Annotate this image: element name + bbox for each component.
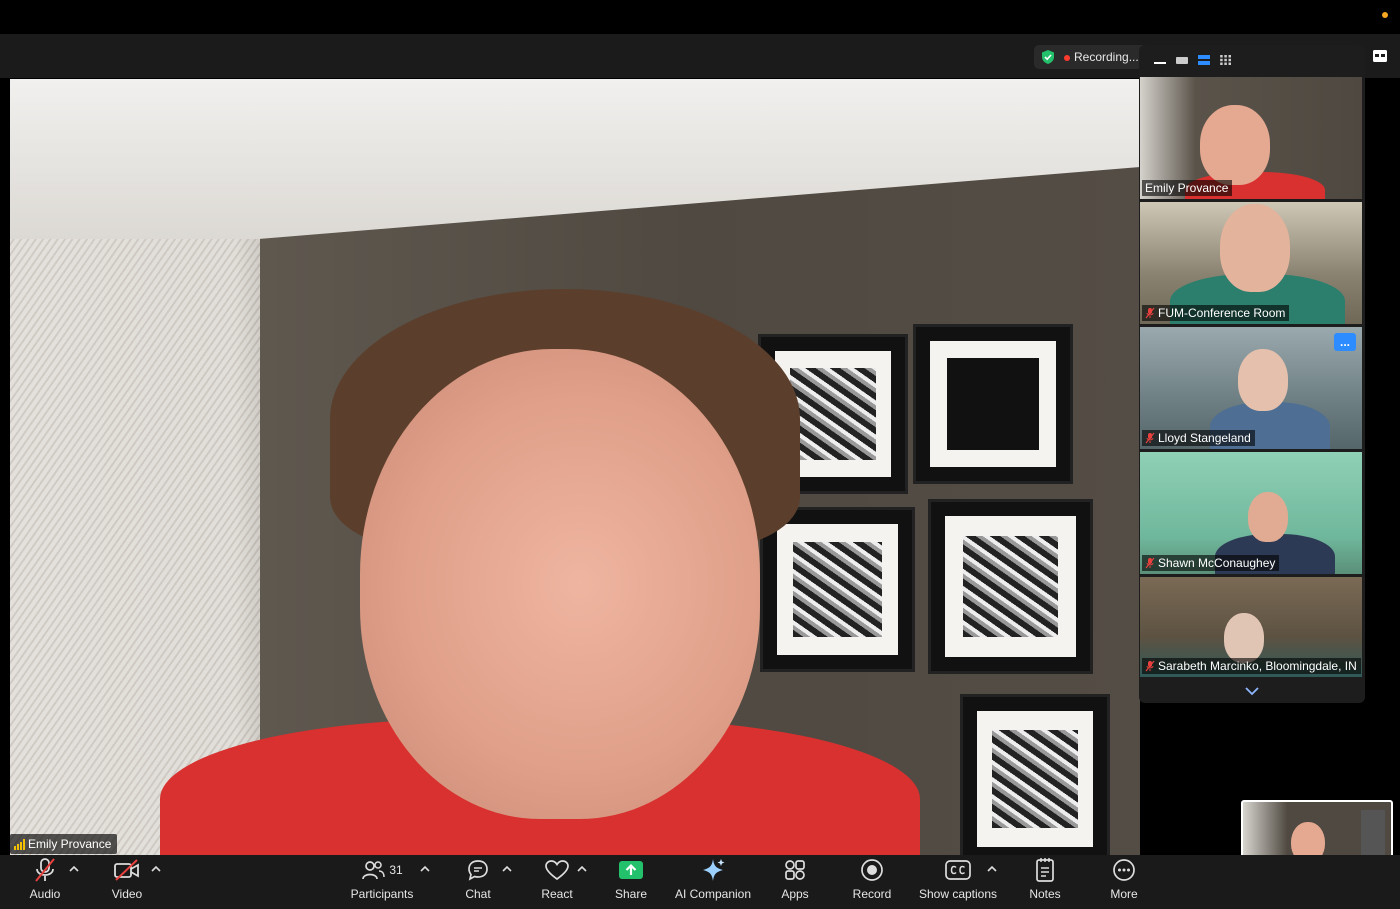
participant-name-tag: Emily Provance <box>1142 180 1233 196</box>
participant-tile[interactable]: ... Lloyd Stangeland <box>1140 327 1362 449</box>
recording-dot-icon <box>1064 55 1070 61</box>
minimize-view-icon[interactable] <box>1153 55 1167 65</box>
more-options-button[interactable]: ... <box>1334 333 1356 351</box>
notes-icon <box>1036 858 1054 882</box>
ai-companion-button[interactable]: AI Companion <box>673 857 753 907</box>
status-dot-icon <box>1382 12 1388 18</box>
react-options-caret-icon[interactable] <box>577 865 587 873</box>
active-speaker-video[interactable] <box>10 79 1140 855</box>
participant-gallery: Emily Provance FUM-Conference Room ... L… <box>1139 45 1365 703</box>
audio-button[interactable]: Audio <box>26 857 64 907</box>
apps-icon <box>785 860 805 880</box>
apps-label: Apps <box>781 887 809 901</box>
recording-status: Recording... <box>1064 50 1139 64</box>
strip-view-icon[interactable] <box>1197 55 1211 65</box>
video-picture-frame <box>928 499 1093 674</box>
apps-button[interactable]: Apps <box>780 857 810 907</box>
participant-tile[interactable]: FUM-Conference Room <box>1140 202 1362 324</box>
participant-name-tag: Sarabeth Marcinko, Bloomingdale, IN <box>1142 658 1361 674</box>
speaker-name: Emily Provance <box>28 837 112 851</box>
notes-button[interactable]: Notes <box>1027 857 1063 907</box>
participant-name: Sarabeth Marcinko, Bloomingdale, IN <box>1158 659 1357 673</box>
share-button[interactable]: Share <box>613 857 649 907</box>
mic-muted-icon <box>1145 432 1155 444</box>
participant-tile[interactable]: Sarabeth Marcinko, Bloomingdale, IN <box>1140 577 1362 677</box>
video-label: Video <box>111 887 143 901</box>
mic-muted-icon <box>1145 557 1155 569</box>
video-button[interactable]: Video <box>107 857 147 907</box>
scroll-down-chevron-icon[interactable] <box>1242 685 1262 697</box>
show-captions-label: Show captions <box>918 887 998 901</box>
audio-options-caret-icon[interactable] <box>69 865 79 873</box>
video-options-caret-icon[interactable] <box>151 865 161 873</box>
meeting-controls: Audio Video 31 Participants Chat React S… <box>0 855 1400 909</box>
more-ellipsis-icon <box>1113 859 1135 881</box>
participant-name: Emily Provance <box>1145 181 1229 195</box>
video-camera-off-icon <box>114 859 139 881</box>
recording-indicator[interactable]: Recording... <box>1034 45 1147 69</box>
record-button[interactable]: Record <box>851 857 893 907</box>
react-label: React <box>541 887 573 901</box>
participant-name-tag: Lloyd Stangeland <box>1142 430 1255 446</box>
active-speaker-name-tag: Emily Provance <box>10 834 118 854</box>
video-picture-frame <box>913 324 1073 484</box>
participant-tile[interactable]: Emily Provance <box>1140 77 1362 199</box>
chat-label: Chat <box>465 887 491 901</box>
captions-options-caret-icon[interactable] <box>987 865 997 873</box>
participant-name-tag: FUM-Conference Room <box>1142 305 1290 321</box>
chat-button[interactable]: Chat <box>462 857 494 907</box>
gallery-grid-icon[interactable] <box>1219 55 1233 65</box>
chat-icon <box>468 860 488 881</box>
ai-sparkle-icon <box>703 859 725 881</box>
record-label: Record <box>852 887 892 901</box>
video-picture-frame <box>960 694 1110 855</box>
ai-companion-label: AI Companion <box>674 887 752 901</box>
gallery-view-controls <box>1139 45 1365 75</box>
participants-count: 31 <box>389 863 403 877</box>
participant-name: Shawn McConaughey <box>1158 556 1276 570</box>
view-button[interactable] <box>1370 47 1390 65</box>
participant-name-tag: Shawn McConaughey <box>1142 555 1280 571</box>
share-screen-icon <box>619 861 643 879</box>
microphone-muted-icon <box>35 858 55 882</box>
participants-icon <box>362 861 386 880</box>
chat-options-caret-icon[interactable] <box>502 865 512 873</box>
record-icon <box>861 859 883 881</box>
react-button[interactable]: React <box>538 857 576 907</box>
participant-tile[interactable]: Shawn McConaughey <box>1140 452 1362 574</box>
notes-label: Notes <box>1029 887 1061 901</box>
participants-options-caret-icon[interactable] <box>420 865 430 873</box>
closed-captions-icon <box>945 860 971 880</box>
heart-icon <box>545 860 569 881</box>
mic-muted-icon <box>1145 307 1155 319</box>
grid-view-icon <box>1373 50 1387 62</box>
audio-label: Audio <box>29 887 61 901</box>
speaker-figure <box>160 289 920 855</box>
participant-name: Lloyd Stangeland <box>1158 431 1251 445</box>
mic-muted-icon <box>1145 660 1155 672</box>
recording-label: Recording... <box>1074 50 1139 64</box>
participants-button[interactable]: 31 Participants <box>348 857 416 907</box>
title-bar <box>0 0 1400 34</box>
participant-name: FUM-Conference Room <box>1158 306 1286 320</box>
more-button[interactable]: More <box>1108 857 1140 907</box>
encryption-shield-icon <box>1042 50 1054 64</box>
speaker-view-icon[interactable] <box>1175 55 1189 65</box>
audio-level-icon <box>14 838 25 850</box>
more-label: More <box>1110 887 1138 901</box>
participants-label: Participants <box>350 887 414 901</box>
share-label: Share <box>614 887 648 901</box>
video-ceiling <box>10 79 1140 239</box>
